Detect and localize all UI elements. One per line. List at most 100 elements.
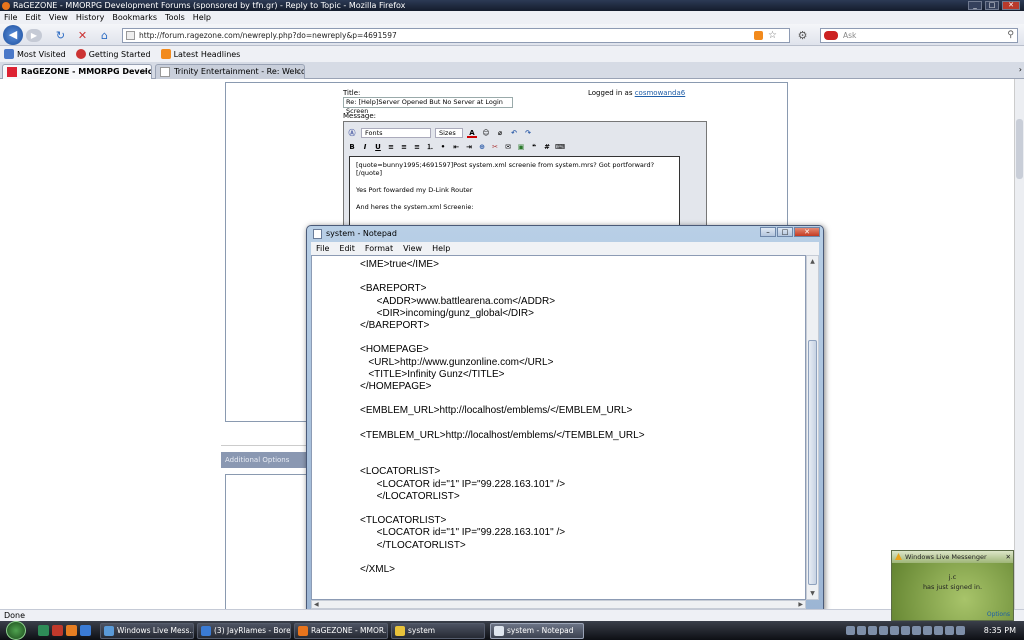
- volume-icon[interactable]: [956, 626, 965, 635]
- start-button[interactable]: [6, 621, 26, 640]
- menu-view[interactable]: View: [45, 11, 72, 24]
- taskbar-button-notepad[interactable]: system - Notepad: [490, 623, 584, 639]
- close-tab-icon[interactable]: ✕: [141, 65, 148, 78]
- notification-close-icon[interactable]: ✕: [1006, 551, 1011, 563]
- attach-icon[interactable]: ⌀: [495, 128, 505, 138]
- notepad-vertical-scrollbar[interactable]: ▲ ▼: [806, 255, 819, 600]
- quote-icon[interactable]: ❝: [529, 142, 539, 152]
- close-tab-icon[interactable]: ✕: [294, 65, 301, 78]
- forward-button[interactable]: ▶: [26, 29, 42, 42]
- reload-icon[interactable]: ↻: [54, 29, 67, 42]
- unlink-icon[interactable]: ✂: [490, 142, 500, 152]
- rss-feed-icon[interactable]: [754, 31, 763, 40]
- scroll-left-icon[interactable]: ◀: [314, 601, 319, 608]
- tray-icon[interactable]: [857, 626, 866, 635]
- underline-button[interactable]: U: [373, 142, 383, 152]
- addon-icon[interactable]: ⚙: [796, 29, 809, 42]
- smilie-icon[interactable]: ☺: [481, 128, 491, 138]
- notepad-minimize-button[interactable]: –: [760, 227, 776, 237]
- taskbar-button-bore[interactable]: (3) JayRlames - Bore...: [197, 623, 291, 639]
- align-right-icon[interactable]: ≡: [412, 142, 422, 152]
- link-icon[interactable]: ⊕: [477, 142, 487, 152]
- bookmark-latest-headlines[interactable]: Latest Headlines: [160, 49, 240, 59]
- notepad-menu-edit[interactable]: Edit: [334, 242, 360, 255]
- tray-icon[interactable]: [912, 626, 921, 635]
- bookmark-getting-started[interactable]: Getting Started: [75, 49, 151, 59]
- tray-icon[interactable]: [846, 626, 855, 635]
- outdent-icon[interactable]: ⇤: [451, 142, 461, 152]
- notepad-text-area[interactable]: <IME>true</IME> <BAREPORT> <ADDR>www.bat…: [311, 255, 806, 600]
- close-button[interactable]: ✕: [1002, 1, 1020, 10]
- numbered-list-icon[interactable]: ⒈: [425, 142, 435, 152]
- taskbar-button-messenger[interactable]: Windows Live Mess...: [100, 623, 194, 639]
- menu-tools[interactable]: Tools: [161, 11, 189, 24]
- url-bar[interactable]: http://forum.ragezone.com/newreply.php?d…: [122, 28, 790, 43]
- message-textarea[interactable]: [quote=bunny1995;4691597]Post system.xml…: [349, 156, 680, 231]
- bookmark-star-icon[interactable]: ☆: [768, 29, 777, 42]
- search-icon[interactable]: ⚲: [1007, 29, 1014, 42]
- additional-options-header[interactable]: Additional Options: [221, 452, 311, 468]
- tab-ragezone[interactable]: RaGEZONE - MMORPG Developm... ✕: [2, 64, 152, 79]
- tray-icon[interactable]: [879, 626, 888, 635]
- stop-icon[interactable]: ✕: [76, 29, 89, 42]
- italic-button[interactable]: I: [360, 142, 370, 152]
- remove-format-icon[interactable]: Ⓐ: [347, 128, 357, 138]
- username-link[interactable]: cosmowanda6: [635, 89, 686, 97]
- menu-file[interactable]: File: [0, 11, 21, 24]
- scroll-right-icon[interactable]: ▶: [798, 601, 803, 608]
- page-scrollbar[interactable]: [1014, 79, 1024, 609]
- tray-icon[interactable]: [945, 626, 954, 635]
- search-engine-icon[interactable]: [824, 31, 838, 40]
- taskbar-button-system[interactable]: system: [391, 623, 485, 639]
- menu-history[interactable]: History: [72, 11, 108, 24]
- tray-icon[interactable]: [934, 626, 943, 635]
- tab-trinity[interactable]: Trinity Entertainment - Re: Welcom... ✕: [155, 64, 305, 79]
- notepad-scroll-thumb[interactable]: [808, 340, 817, 585]
- clock[interactable]: 8:35 PM: [984, 621, 1016, 640]
- notepad-maximize-button[interactable]: □: [777, 227, 793, 237]
- hash-icon[interactable]: #: [542, 142, 552, 152]
- tab-list-arrow-icon[interactable]: ›: [1019, 65, 1022, 74]
- scroll-down-icon[interactable]: ▼: [807, 588, 818, 599]
- indent-icon[interactable]: ⇥: [464, 142, 474, 152]
- menu-edit[interactable]: Edit: [21, 11, 45, 24]
- scroll-up-icon[interactable]: ▲: [807, 256, 818, 267]
- messenger-notification[interactable]: Windows Live Messenger ✕ j.c has just si…: [891, 550, 1014, 621]
- font-dropdown[interactable]: Fonts: [361, 128, 431, 138]
- quick-launch-icon[interactable]: [52, 625, 63, 636]
- image-icon[interactable]: ▣: [516, 142, 526, 152]
- title-input[interactable]: Re: [Help]Server Opened But No Server at…: [343, 97, 513, 115]
- quick-launch-icon[interactable]: [80, 625, 91, 636]
- quick-launch-icon[interactable]: [66, 625, 77, 636]
- notepad-menu-file[interactable]: File: [311, 242, 334, 255]
- tray-icon[interactable]: [890, 626, 899, 635]
- tray-icon[interactable]: [868, 626, 877, 635]
- minimize-button[interactable]: _: [968, 1, 982, 10]
- tray-icon[interactable]: [923, 626, 932, 635]
- search-bar[interactable]: Ask ⚲: [820, 28, 1018, 43]
- tray-icon[interactable]: [901, 626, 910, 635]
- undo-icon[interactable]: ↶: [509, 128, 519, 138]
- notepad-menu-view[interactable]: View: [398, 242, 427, 255]
- menu-help[interactable]: Help: [189, 11, 215, 24]
- back-button[interactable]: ◀: [3, 25, 23, 45]
- notification-options-link[interactable]: Options: [987, 611, 1010, 618]
- page-scrollbar-thumb[interactable]: [1016, 119, 1023, 179]
- notepad-menu-help[interactable]: Help: [427, 242, 455, 255]
- notepad-menu-format[interactable]: Format: [360, 242, 398, 255]
- email-icon[interactable]: ✉: [503, 142, 513, 152]
- align-left-icon[interactable]: ≡: [386, 142, 396, 152]
- size-dropdown[interactable]: Sizes: [435, 128, 463, 138]
- home-icon[interactable]: ⌂: [98, 29, 111, 42]
- bold-button[interactable]: B: [347, 142, 357, 152]
- notepad-horizontal-scrollbar[interactable]: ◀ ▶: [311, 600, 806, 609]
- maximize-button[interactable]: □: [985, 1, 999, 10]
- bookmark-most-visited[interactable]: Most Visited: [4, 49, 66, 59]
- notepad-close-button[interactable]: ✕: [794, 227, 820, 237]
- text-color-icon[interactable]: A: [467, 128, 477, 138]
- align-center-icon[interactable]: ≡: [399, 142, 409, 152]
- bullet-list-icon[interactable]: •: [438, 142, 448, 152]
- code-icon[interactable]: ⌨: [555, 142, 565, 152]
- redo-icon[interactable]: ↷: [523, 128, 533, 138]
- menu-bookmarks[interactable]: Bookmarks: [108, 11, 161, 24]
